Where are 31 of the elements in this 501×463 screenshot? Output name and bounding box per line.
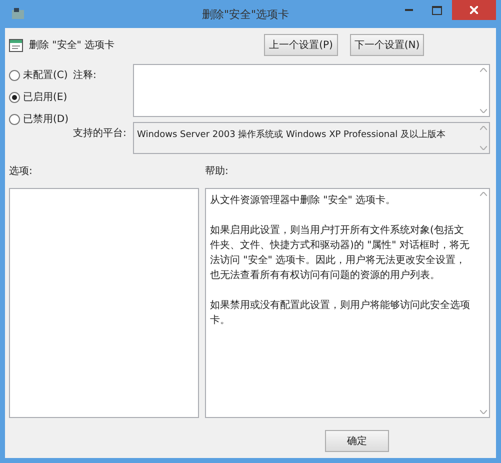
maximize-icon[interactable] xyxy=(432,6,442,14)
help-paragraph: 如果启用此设置，则当用户打开所有文件系统对象(包括文件夹、文件、快捷方式和驱动器)的 "属性" 对话框时，将无法访问 "安全" 选项卡。因此，用户将无法更改安全设置，也无法查看所有有权访问有问题的资源的用户列表。 xyxy=(210,224,470,283)
ok-button[interactable]: 确定 xyxy=(325,430,389,452)
scroll-down-icon[interactable] xyxy=(480,146,486,150)
platform-text: Windows Server 2003 操作系统或 Windows XP Professional 及以上版本 xyxy=(136,128,446,142)
radio-label: 未配置(C) xyxy=(23,68,68,82)
radio-button[interactable] xyxy=(9,92,20,102)
close-icon xyxy=(470,6,478,14)
app-icon xyxy=(11,8,25,20)
radio-label: 已禁用(D) xyxy=(23,112,69,126)
radio-button[interactable] xyxy=(9,70,20,80)
close-button[interactable] xyxy=(452,0,496,20)
help-label: 帮助: xyxy=(205,164,228,179)
scroll-up-icon[interactable] xyxy=(480,68,486,72)
policy-icon xyxy=(9,38,23,52)
radio-button[interactable] xyxy=(9,114,20,124)
help-paragraph: 如果禁用或没有配置此设置，则用户将能够访问此安全选项卡。 xyxy=(210,298,471,328)
window-title: 删除"安全"选项卡 xyxy=(200,6,290,22)
nav-button[interactable]: 下一个设置(N) xyxy=(350,34,424,56)
scroll-down-icon[interactable] xyxy=(480,410,486,414)
nav-button[interactable]: 上一个设置(P) xyxy=(264,34,338,56)
radio-label: 已启用(E) xyxy=(23,90,68,104)
scroll-down-icon[interactable] xyxy=(480,109,486,113)
help-paragraph: 从文件资源管理器中删除 "安全" 选项卡。 xyxy=(210,194,397,208)
options-label: 选项: xyxy=(9,166,32,177)
scroll-up-icon[interactable] xyxy=(480,192,486,196)
scroll-up-icon[interactable] xyxy=(480,126,486,130)
comment-field[interactable] xyxy=(133,64,490,117)
comment-label: 注释: xyxy=(73,68,98,83)
policy-title: 删除 "安全" 选项卡 xyxy=(29,38,116,52)
platform-label: 支持的平台: xyxy=(73,126,128,141)
